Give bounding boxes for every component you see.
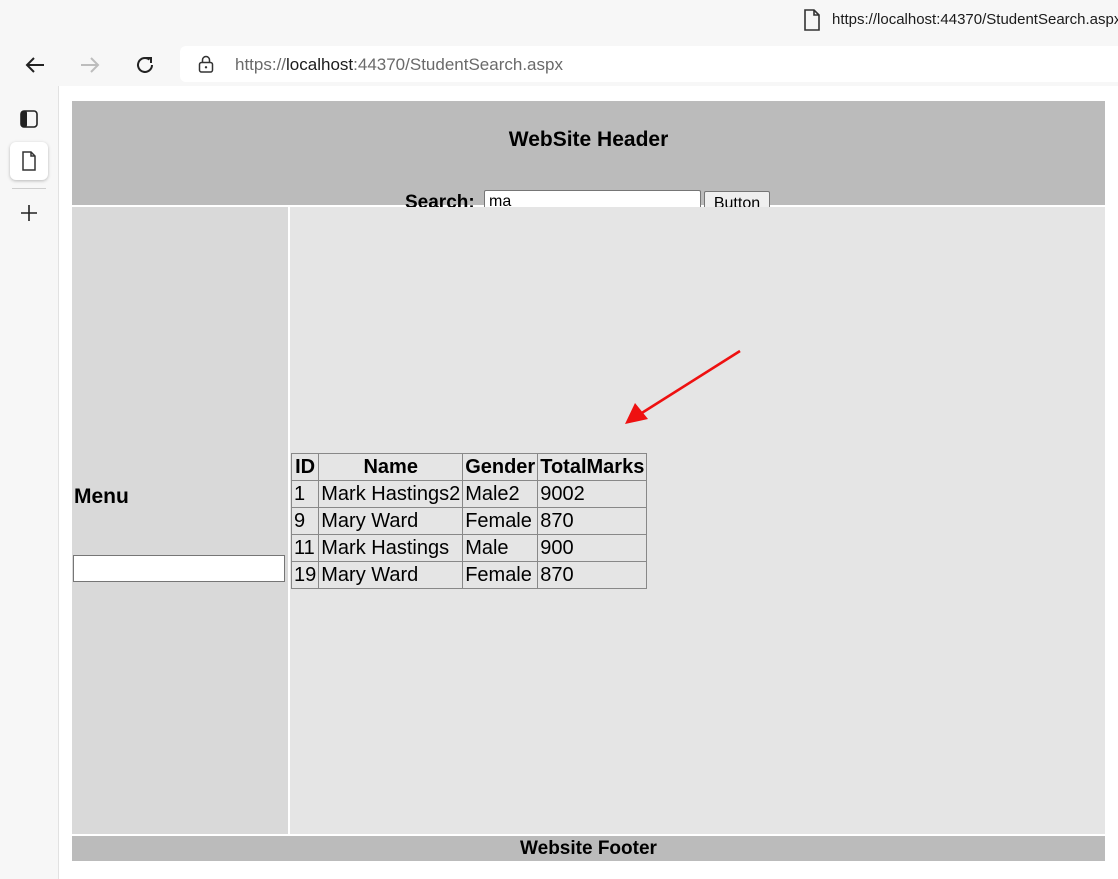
column-header-gender: Gender <box>462 453 539 481</box>
refresh-button[interactable] <box>128 48 162 82</box>
main-content: ID Name Gender TotalMarks 1 Mark Hasting… <box>290 207 1105 834</box>
back-button[interactable] <box>18 48 52 82</box>
table-row: 9 Mary Ward Female 870 <box>290 507 648 535</box>
page-viewport: WebSite Header Search: Button Menu ID Na… <box>59 86 1118 879</box>
table-row: 1 Mark Hastings2 Male2 9002 <box>290 480 648 508</box>
cell-gender: Female <box>462 561 539 589</box>
address-bar[interactable]: https://localhost:44370/StudentSearch.as… <box>180 46 1118 82</box>
red-annotation-arrow <box>625 349 741 424</box>
new-tab-plus-icon <box>21 205 37 221</box>
cell-gender: Male2 <box>462 480 539 508</box>
cell-name: Mary Ward <box>318 561 464 589</box>
table-row: 19 Mary Ward Female 870 <box>290 561 648 589</box>
students-grid: ID Name Gender TotalMarks 1 Mark Hasting… <box>290 453 648 589</box>
cell-id: 9 <box>290 507 320 535</box>
site-header-title: WebSite Header <box>508 128 669 151</box>
cell-totalmarks: 870 <box>537 561 648 589</box>
url-scheme: https:// <box>235 55 287 74</box>
cell-id: 1 <box>290 480 320 508</box>
document-icon <box>22 151 36 171</box>
column-header-id: ID <box>290 453 320 481</box>
side-menu: Menu <box>72 207 288 834</box>
rail-divider <box>12 188 46 189</box>
site-footer: Website Footer <box>72 836 1105 861</box>
tab-actions-button[interactable] <box>10 100 48 138</box>
new-tab-button[interactable] <box>10 194 48 232</box>
cell-totalmarks: 9002 <box>537 480 648 508</box>
cell-totalmarks: 870 <box>537 507 648 535</box>
site-header: WebSite Header Search: Button <box>72 101 1105 216</box>
address-url: https://localhost:44370/StudentSearch.as… <box>235 55 563 75</box>
window-title: https://localhost:44370/StudentSearch.as… <box>832 11 1118 28</box>
cell-name: Mary Ward <box>318 507 464 535</box>
browser-toolbar: https://localhost:44370/StudentSearch.as… <box>0 44 1118 86</box>
cell-name: Mark Hastings <box>318 534 464 562</box>
url-host: localhost <box>286 55 354 74</box>
column-header-totalmarks: TotalMarks <box>537 453 648 481</box>
vertical-tabs-icon <box>20 110 38 128</box>
cell-id: 11 <box>290 534 320 562</box>
document-icon <box>804 9 820 31</box>
url-path: :44370/StudentSearch.aspx <box>353 55 563 74</box>
menu-title: Menu <box>74 485 129 508</box>
lock-icon <box>198 55 214 73</box>
forward-button[interactable] <box>73 48 107 82</box>
grid-header-row: ID Name Gender TotalMarks <box>290 453 648 481</box>
cell-gender: Female <box>462 507 539 535</box>
forward-arrow-icon <box>81 57 100 73</box>
menu-input[interactable] <box>73 555 285 582</box>
table-row: 11 Mark Hastings Male 900 <box>290 534 648 562</box>
column-header-name: Name <box>318 453 464 481</box>
tab-student-search[interactable] <box>10 142 48 180</box>
vertical-tab-rail <box>0 86 59 879</box>
cell-id: 19 <box>290 561 320 589</box>
cell-totalmarks: 900 <box>537 534 648 562</box>
back-arrow-icon <box>25 57 44 73</box>
cell-gender: Male <box>462 534 539 562</box>
title-strip: https://localhost:44370/StudentSearch.as… <box>0 0 1118 44</box>
refresh-icon <box>137 56 153 73</box>
cell-name: Mark Hastings2 <box>318 480 464 508</box>
